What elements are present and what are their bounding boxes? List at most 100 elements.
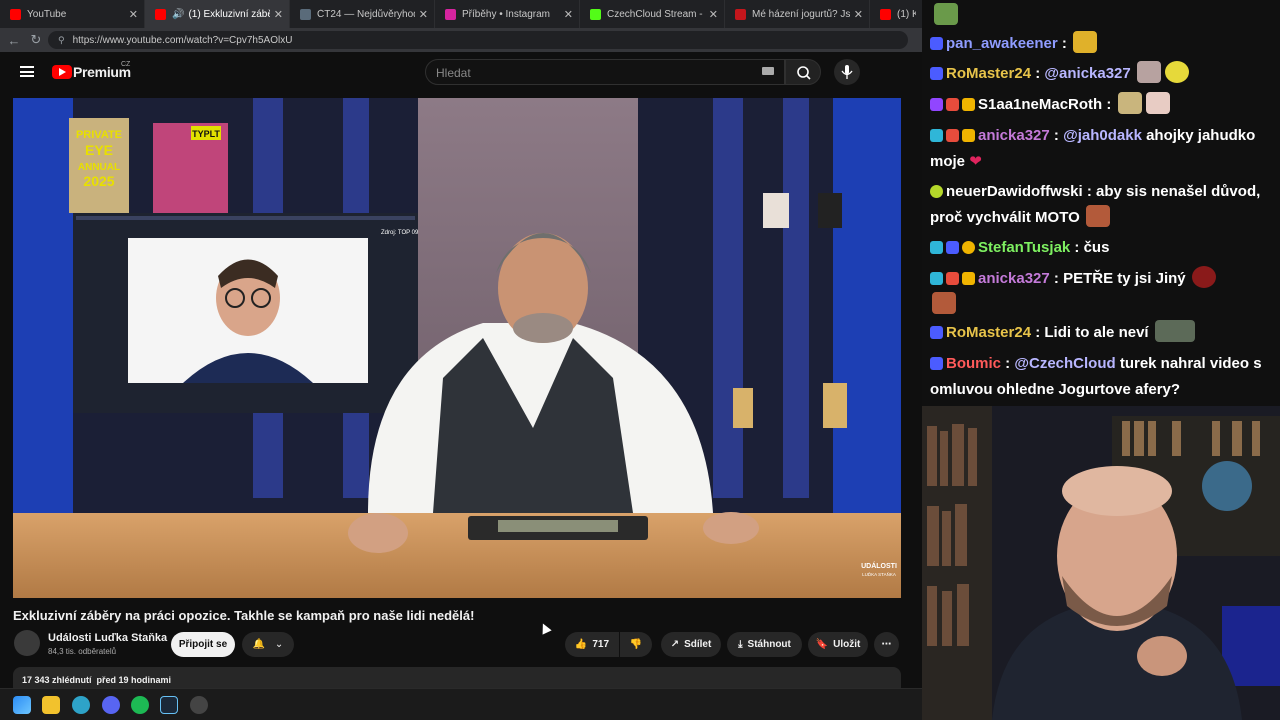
chat-mention: @jah0dakk bbox=[1063, 127, 1142, 144]
steam-icon[interactable] bbox=[160, 696, 178, 714]
back-arrow-icon[interactable]: ← bbox=[0, 33, 28, 48]
stream-chat: pan_awakeener : RoMaster24 : @anicka327 … bbox=[922, 0, 1280, 406]
badge-icon bbox=[930, 326, 943, 339]
youtube-icon bbox=[155, 8, 166, 20]
chat-mention: @anicka327 bbox=[1044, 65, 1131, 82]
speaker-icon: 🔊 bbox=[172, 8, 185, 20]
dislike-button[interactable]: 👎 bbox=[620, 632, 652, 657]
like-count: 717 bbox=[592, 639, 610, 650]
youtube-page: Premium CZ Hledat PRIVATE EYE ANNUAL 202… bbox=[0, 52, 922, 695]
badge-icon bbox=[930, 185, 943, 198]
close-tab-icon[interactable]: ✕ bbox=[709, 8, 718, 21]
save-button[interactable]: 🔖 Uložit bbox=[808, 632, 868, 657]
search-icon bbox=[797, 66, 811, 80]
badge-icon bbox=[930, 357, 943, 370]
video-frame: PRIVATE EYE ANNUAL 2025 TYPLT Zdroj: TOP… bbox=[13, 98, 901, 598]
search-input[interactable]: Hledat bbox=[425, 59, 785, 85]
join-button[interactable]: Připojit se bbox=[171, 632, 235, 657]
browser-tab-video[interactable]: 🔊(1) Exkluzivní záběry na p✕ bbox=[145, 0, 290, 28]
chat-username: StefanTusjak bbox=[978, 239, 1071, 256]
webcam-image bbox=[922, 406, 1280, 720]
download-icon: ⤓ bbox=[738, 639, 743, 650]
channel-name[interactable]: Události Luďka Staňka bbox=[48, 632, 167, 644]
emote-icon bbox=[1164, 61, 1189, 83]
badge-icon bbox=[946, 241, 959, 254]
chat-username: RoMaster24 bbox=[946, 324, 1032, 341]
more-actions-button[interactable]: ⋯ bbox=[874, 632, 899, 657]
windows-taskbar bbox=[0, 688, 922, 720]
svg-text:2025: 2025 bbox=[83, 173, 114, 189]
browser-tab-news[interactable]: Mé házení jogurtů? Jsem zle✕ bbox=[725, 0, 870, 28]
chat-message: anicka327 : @jah0dakk ahojky jahudko moj… bbox=[930, 127, 1256, 170]
channel-avatar[interactable] bbox=[14, 630, 40, 656]
reload-icon[interactable]: ↻ bbox=[28, 32, 44, 48]
app-icon[interactable] bbox=[190, 696, 208, 714]
emote-icon bbox=[934, 3, 958, 25]
close-tab-icon[interactable]: ✕ bbox=[274, 8, 283, 21]
browser-tab-kick[interactable]: CzechCloud Stream - Watch✕ bbox=[580, 0, 725, 28]
keyboard-icon[interactable] bbox=[762, 67, 774, 75]
browser-tab-koza[interactable]: (1) KOZA BO bbox=[870, 0, 922, 28]
emote-icon bbox=[1073, 31, 1098, 53]
emote-icon bbox=[932, 292, 956, 314]
emote-icon bbox=[1117, 92, 1142, 114]
bookmark-icon: 🔖 bbox=[815, 639, 829, 650]
url-field[interactable]: ⚲ https://www.youtube.com/watch?v=Cpv7h5… bbox=[48, 31, 908, 49]
thumbs-down-icon: 👎 bbox=[629, 639, 643, 650]
crown-icon bbox=[962, 272, 975, 285]
close-tab-icon[interactable]: ✕ bbox=[419, 8, 428, 21]
badge-icon bbox=[946, 98, 959, 111]
chat-username: S1aa1neMacRoth bbox=[978, 96, 1103, 113]
file-explorer-icon[interactable] bbox=[42, 696, 60, 714]
more-icon: ⋯ bbox=[881, 639, 892, 650]
webcam-feed bbox=[922, 406, 1280, 720]
video-player[interactable]: PRIVATE EYE ANNUAL 2025 TYPLT Zdroj: TOP… bbox=[13, 98, 901, 598]
emote-icon bbox=[1136, 61, 1161, 83]
watermark-line-1: UDÁLOSTI bbox=[861, 561, 897, 570]
emote-icon bbox=[1145, 92, 1170, 114]
url-text: https://www.youtube.com/watch?v=Cpv7h5AO… bbox=[72, 34, 293, 46]
voice-search-button[interactable] bbox=[834, 59, 860, 85]
chat-message: Boumic : @CzechCloud turek nahral video … bbox=[930, 355, 1262, 398]
notifications-button[interactable]: 🔔 ⌄ bbox=[242, 632, 294, 657]
emote-icon bbox=[1154, 320, 1195, 342]
svg-text:PRIVATE: PRIVATE bbox=[76, 129, 122, 141]
browser-tab-instagram[interactable]: Příběhy • Instagram ✕ bbox=[435, 0, 580, 28]
instagram-icon bbox=[445, 8, 456, 20]
subscriber-count: 84,3 tis. odběratelů bbox=[48, 647, 117, 656]
chat-message: anicka327 : PETŘE ty jsi Jiný bbox=[930, 266, 1276, 318]
badge-icon bbox=[930, 272, 943, 285]
share-icon: ↗ bbox=[670, 639, 680, 650]
chat-username: pan_awakeener bbox=[946, 35, 1058, 52]
crown-icon bbox=[962, 98, 975, 111]
close-tab-icon[interactable]: ✕ bbox=[564, 8, 573, 21]
menu-icon[interactable] bbox=[20, 66, 34, 77]
discord-icon[interactable] bbox=[102, 696, 120, 714]
badge-icon bbox=[962, 241, 975, 254]
chat-text: čus bbox=[1083, 239, 1110, 256]
chat-text: PETŘE ty jsi Jiný bbox=[1063, 270, 1186, 287]
like-button[interactable]: 👍 717 bbox=[565, 632, 619, 657]
svg-text:EYE: EYE bbox=[85, 142, 113, 158]
chat-message: pan_awakeener : bbox=[930, 31, 1276, 57]
edge-icon[interactable] bbox=[72, 696, 90, 714]
chat-mention: @CzechCloud bbox=[1014, 355, 1116, 372]
windows-start-icon[interactable] bbox=[13, 696, 31, 714]
share-button[interactable]: ↗ Sdílet bbox=[661, 632, 721, 657]
badge-icon bbox=[930, 241, 943, 254]
youtube-logo-icon[interactable] bbox=[52, 65, 72, 79]
site-info-icon[interactable]: ⚲ bbox=[58, 35, 65, 46]
search-button[interactable] bbox=[785, 59, 821, 85]
download-button[interactable]: ⤓ Stáhnout bbox=[727, 632, 802, 657]
ct24-icon bbox=[300, 8, 311, 20]
close-tab-icon[interactable]: ✕ bbox=[129, 8, 138, 21]
browser-tab-youtube[interactable]: YouTube ✕ bbox=[0, 0, 145, 28]
spotify-icon[interactable] bbox=[131, 696, 149, 714]
browser-tab-ct24[interactable]: ČT24 — Nejdůvěryhodnější z✕ bbox=[290, 0, 435, 28]
chat-username: anicka327 bbox=[978, 127, 1050, 144]
badge-icon bbox=[930, 129, 943, 142]
close-tab-icon[interactable]: ✕ bbox=[854, 8, 863, 21]
thumbs-up-icon: 👍 bbox=[574, 639, 588, 650]
region-code: CZ bbox=[121, 61, 131, 68]
address-bar-row: ← ↻ ⚲ https://www.youtube.com/watch?v=Cp… bbox=[0, 28, 922, 52]
